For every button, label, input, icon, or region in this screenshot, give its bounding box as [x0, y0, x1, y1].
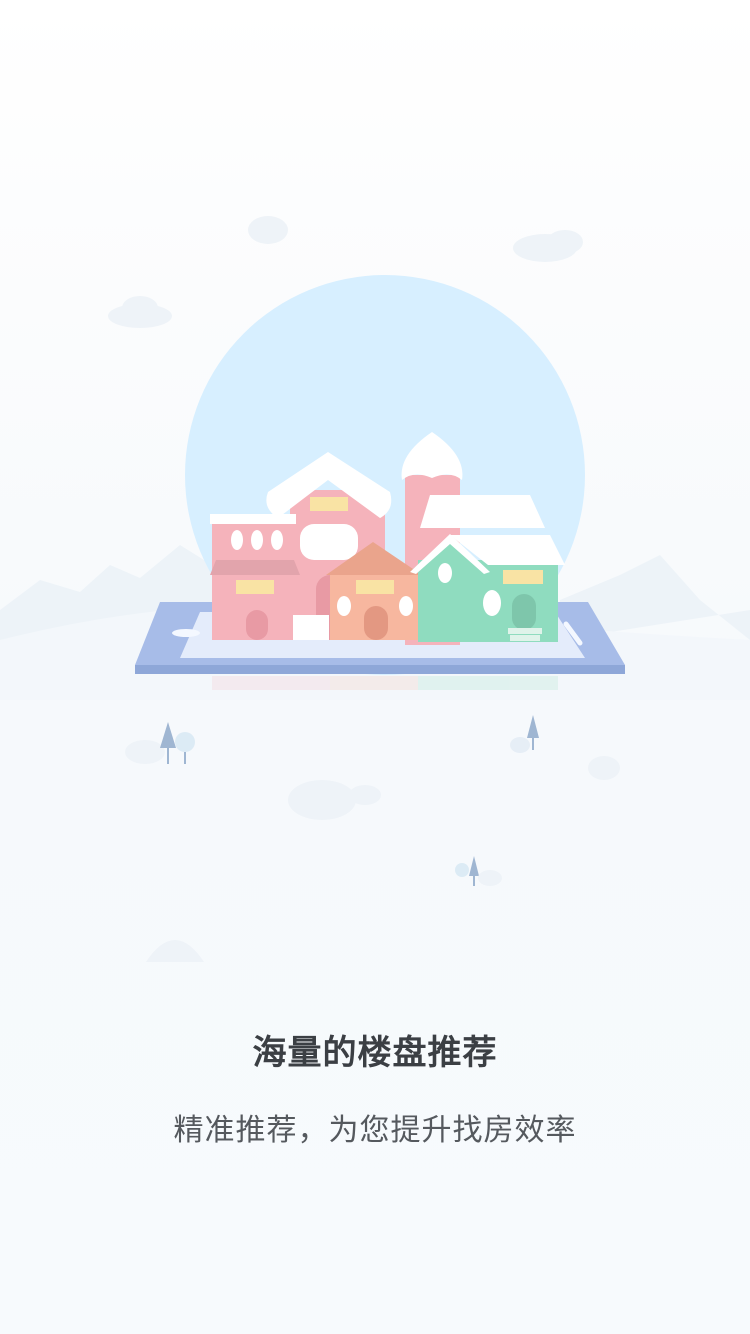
white-roof — [420, 495, 545, 528]
page-subtitle: 精准推荐，为您提升找房效率 — [173, 1113, 577, 1148]
house-illustration-icon — [0, 216, 750, 962]
tree-icon — [125, 715, 620, 962]
page-title: 海量的楼盘推荐 — [252, 1033, 498, 1073]
reflection — [212, 676, 558, 690]
onboarding-screen[interactable]: 海量的楼盘推荐 精准推荐，为您提升找房效率 — [0, 0, 750, 1334]
green-house — [410, 534, 565, 642]
